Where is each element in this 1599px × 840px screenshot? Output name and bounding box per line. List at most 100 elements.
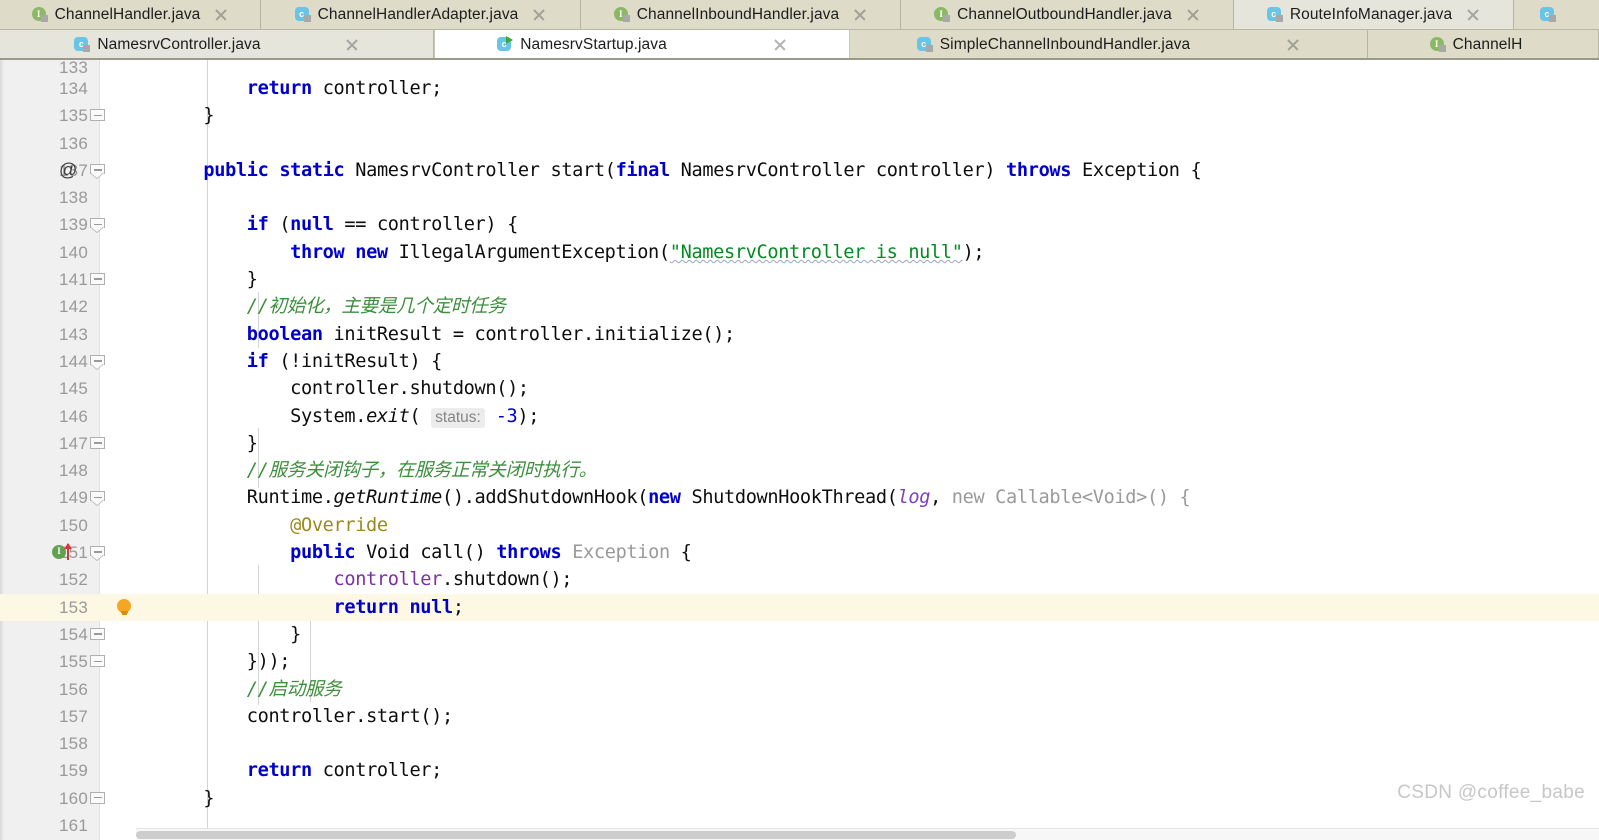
- code-text[interactable]: @Override: [160, 512, 388, 539]
- code-line[interactable]: 144 if (!initResult) {: [0, 348, 1599, 375]
- code-text[interactable]: //启动服务: [160, 676, 342, 703]
- code-text[interactable]: controller.shutdown();: [160, 375, 529, 402]
- java-interface-icon: I: [1429, 37, 1446, 53]
- editor-tab-channelhandleradapter[interactable]: c ChannelHandlerAdapter.java: [261, 0, 581, 29]
- code-line[interactable]: 145 controller.shutdown();: [0, 375, 1599, 402]
- code-line[interactable]: 160 }: [0, 785, 1599, 812]
- editor-tab-label: ChannelHandler.java: [54, 6, 201, 23]
- editor-tab-namesrvstartup-active[interactable]: c NamesrvStartup.java: [434, 30, 850, 58]
- code-text[interactable]: return controller;: [160, 75, 443, 102]
- code-text[interactable]: boolean initResult = controller.initiali…: [160, 321, 735, 348]
- close-icon[interactable]: [532, 8, 546, 22]
- lightbulb-icon[interactable]: [115, 598, 133, 617]
- code-line[interactable]: 156 //启动服务: [0, 676, 1599, 703]
- horizontal-scrollbar-thumb[interactable]: [136, 831, 1016, 839]
- code-text[interactable]: if (null == controller) {: [160, 211, 519, 238]
- fold-marker-closed[interactable]: [90, 655, 105, 670]
- close-icon[interactable]: [1466, 8, 1480, 22]
- code-line[interactable]: 139 if (null == controller) {: [0, 211, 1599, 238]
- editor-tab-simplechannelinboundhandler[interactable]: c SimpleChannelInboundHandler.java: [850, 30, 1368, 58]
- editor-tab-channeloutboundhandler[interactable]: I ChannelOutboundHandler.java: [901, 0, 1234, 29]
- code-line[interactable]: 137 @ public static NamesrvController st…: [0, 157, 1599, 184]
- java-class-icon: c: [294, 7, 311, 23]
- code-line[interactable]: 147 }: [0, 430, 1599, 457]
- fold-marker-open[interactable]: [90, 491, 105, 507]
- fold-marker-open[interactable]: [90, 354, 105, 370]
- line-number: 156: [59, 679, 88, 699]
- code-editor[interactable]: 133 134 return controller; 135 } 136 137…: [0, 60, 1599, 840]
- code-text[interactable]: public static NamesrvController start(fi…: [160, 157, 1201, 184]
- fold-marker-closed[interactable]: [90, 627, 105, 643]
- code-text[interactable]: return null;: [160, 594, 465, 621]
- code-line[interactable]: 134 return controller;: [0, 75, 1599, 102]
- horizontal-scrollbar[interactable]: [136, 828, 1599, 840]
- code-line[interactable]: 159 return controller;: [0, 757, 1599, 784]
- close-icon[interactable]: [214, 8, 228, 22]
- code-line[interactable]: 157 controller.start();: [0, 703, 1599, 730]
- code-line[interactable]: 149 Runtime.getRuntime().addShutdownHook…: [0, 484, 1599, 511]
- editor-tab-bar-row-2[interactable]: c NamesrvController.java c NamesrvStartu…: [0, 30, 1599, 60]
- code-text[interactable]: System.exit( status: -3);: [160, 403, 539, 431]
- code-line[interactable]: 143 boolean initResult = controller.init…: [0, 321, 1599, 348]
- code-text[interactable]: controller.shutdown();: [160, 566, 573, 593]
- fold-marker-closed[interactable]: [90, 273, 105, 288]
- code-line[interactable]: 146 System.exit( status: -3);: [0, 403, 1599, 430]
- annotation-gutter-icon[interactable]: @: [59, 157, 77, 184]
- code-line[interactable]: 158: [0, 730, 1599, 757]
- implementing-method-icon[interactable]: I: [52, 543, 82, 561]
- code-line[interactable]: 142 //初始化，主要是几个定时任务: [0, 293, 1599, 320]
- line-number: 146: [59, 406, 88, 426]
- code-line[interactable]: 136: [0, 130, 1599, 157]
- close-icon[interactable]: [773, 38, 787, 52]
- code-text[interactable]: Runtime.getRuntime().addShutdownHook(new…: [160, 484, 1191, 511]
- code-text[interactable]: //初始化，主要是几个定时任务: [160, 293, 506, 320]
- line-number: 142: [59, 297, 88, 317]
- java-class-icon: c: [1266, 7, 1283, 23]
- fold-marker-closed[interactable]: [90, 436, 105, 452]
- line-number: 152: [59, 570, 88, 590]
- fold-marker-closed[interactable]: [90, 791, 105, 807]
- code-text[interactable]: public Void call() throws Exception {: [160, 539, 692, 566]
- code-text[interactable]: if (!initResult) {: [160, 348, 443, 375]
- code-text[interactable]: controller.start();: [160, 703, 453, 730]
- code-line[interactable]: 154 }: [0, 621, 1599, 648]
- code-line[interactable]: 152 controller.shutdown();: [0, 566, 1599, 593]
- code-text[interactable]: }: [160, 430, 258, 457]
- code-line[interactable]: 141 }: [0, 266, 1599, 293]
- close-icon[interactable]: [345, 38, 359, 52]
- code-text[interactable]: throw new IllegalArgumentException("Name…: [160, 239, 984, 266]
- close-icon[interactable]: [1186, 8, 1200, 22]
- code-line[interactable]: 133: [0, 60, 1599, 76]
- code-text[interactable]: }: [160, 266, 258, 293]
- editor-tab-channelinboundhandler[interactable]: I ChannelInboundHandler.java: [581, 0, 901, 29]
- editor-tab-routeinfomanager[interactable]: c RouteInfoManager.java: [1234, 0, 1514, 29]
- code-line[interactable]: 138: [0, 184, 1599, 211]
- fold-marker-closed[interactable]: [90, 109, 105, 124]
- code-comment: //初始化，主要是几个定时任务: [246, 296, 506, 318]
- code-text[interactable]: }: [160, 785, 214, 812]
- editor-tab-overflow-partial[interactable]: c: [1514, 0, 1599, 29]
- fold-marker-open[interactable]: [90, 163, 105, 179]
- code-text[interactable]: return controller;: [160, 757, 443, 784]
- code-line-highlighted[interactable]: 153 return null;: [0, 593, 1599, 621]
- editor-lines[interactable]: 133 134 return controller; 135 } 136 137…: [0, 60, 1599, 840]
- fold-marker-open[interactable]: [90, 218, 105, 234]
- code-line[interactable]: 148 //服务关闭钩子，在服务正常关闭时执行。: [0, 457, 1599, 484]
- code-line[interactable]: 140 throw new IllegalArgumentException("…: [0, 239, 1599, 266]
- line-number: 153: [0, 593, 88, 621]
- code-text[interactable]: //服务关闭钩子，在服务正常关闭时执行。: [160, 457, 597, 484]
- editor-tab-bar-row-1[interactable]: I ChannelHandler.java c ChannelHandlerAd…: [0, 0, 1599, 30]
- code-text[interactable]: }: [160, 621, 301, 648]
- code-line[interactable]: 150 @Override: [0, 512, 1599, 539]
- code-text[interactable]: }));: [160, 648, 291, 675]
- editor-tab-namesrvcontroller[interactable]: c NamesrvController.java: [0, 30, 434, 58]
- close-icon[interactable]: [853, 8, 867, 22]
- code-line[interactable]: 151 I public Void call() throws Exceptio…: [0, 539, 1599, 566]
- fold-marker-open[interactable]: [90, 546, 105, 562]
- editor-tab-channelhandler[interactable]: I ChannelHandler.java: [0, 0, 261, 29]
- editor-tab-overflow-partial-2[interactable]: I ChannelH: [1368, 30, 1599, 58]
- code-line[interactable]: 155 }));: [0, 648, 1599, 675]
- code-line[interactable]: 135 }: [0, 102, 1599, 129]
- code-text[interactable]: }: [160, 102, 214, 129]
- close-icon[interactable]: [1286, 38, 1300, 52]
